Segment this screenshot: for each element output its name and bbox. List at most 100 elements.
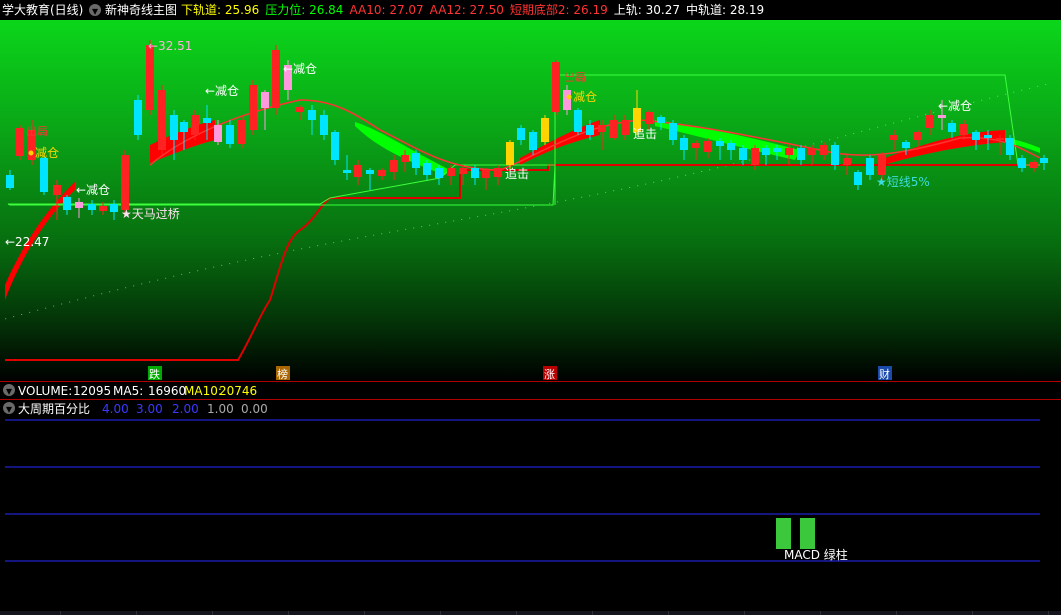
candle-body bbox=[494, 168, 502, 177]
strip-tick bbox=[592, 611, 593, 615]
indicator-values: 下轨道: 25.96 压力位: 26.84 AA10: 27.07 AA12: 27.… bbox=[181, 3, 770, 17]
candle-body bbox=[808, 148, 816, 155]
main-chart-canvas: ←32.51←22.47出局出局减仓减仓←减仓←减仓←减仓←减仓追击追击★天马过… bbox=[5, 39, 1048, 381]
strip-tick bbox=[288, 611, 289, 615]
candle-23 bbox=[272, 45, 280, 115]
candle-64 bbox=[751, 145, 759, 170]
candle-76 bbox=[890, 130, 898, 150]
percent-panel-canvas: MACD 绿柱 bbox=[5, 419, 1040, 562]
price-low-label: ←22.47 bbox=[5, 235, 49, 249]
candle-body bbox=[99, 206, 107, 211]
candle-body bbox=[727, 143, 735, 150]
candle-body bbox=[878, 155, 886, 175]
candle-73 bbox=[854, 170, 862, 190]
out-label-1: 出局 bbox=[564, 70, 586, 84]
candle-body bbox=[471, 168, 479, 178]
macd-bar-0 bbox=[776, 518, 791, 549]
level-label-4: 4.00 bbox=[102, 402, 129, 416]
strip-tick bbox=[60, 611, 61, 615]
candle-body bbox=[53, 185, 61, 195]
candle-67 bbox=[785, 145, 793, 165]
candle-body bbox=[926, 115, 934, 128]
main-chart[interactable]: ←32.51 ←22.47 出局 出局 减仓 减仓 ←减仓 ←减仓 ←减仓 ←减仓 追击 追击 ★天马过… bbox=[0, 20, 1061, 381]
candle-body bbox=[854, 172, 862, 185]
strip-tick bbox=[364, 611, 365, 615]
candle-body bbox=[6, 175, 14, 188]
candle-body bbox=[226, 125, 234, 144]
candle-65 bbox=[762, 145, 770, 165]
collapse-main-icon[interactable]: ▾ bbox=[89, 4, 101, 18]
candle-body bbox=[669, 123, 677, 140]
percent-panel[interactable]: MACD 绿柱 bbox=[0, 417, 1061, 611]
candle-9 bbox=[110, 200, 118, 220]
candle-46 bbox=[541, 115, 549, 145]
indicator-name[interactable]: 新神奇线主图 bbox=[105, 3, 177, 17]
candle-36 bbox=[423, 160, 431, 180]
candle-57 bbox=[669, 120, 677, 145]
candle-body bbox=[610, 120, 618, 138]
candle-19 bbox=[226, 120, 234, 148]
candle-body bbox=[238, 120, 246, 144]
out-label-0: 出局 bbox=[26, 124, 48, 138]
volume-panel-bar: ▾ VOLUME: 12095 MA5: 16960 MA10: 20746 bbox=[0, 382, 1061, 399]
candle-body bbox=[960, 124, 968, 135]
candle-body bbox=[541, 118, 549, 142]
level-label-1: 1.00 bbox=[207, 402, 234, 416]
candle-11 bbox=[134, 95, 142, 140]
candle-59 bbox=[692, 140, 700, 160]
ma10-value: 20746 bbox=[219, 384, 258, 398]
candle-body bbox=[308, 110, 316, 120]
candle-85 bbox=[996, 135, 1004, 155]
strip-tick bbox=[440, 611, 441, 615]
strip-tick bbox=[136, 611, 137, 615]
candle-body bbox=[378, 170, 386, 176]
candle-27 bbox=[320, 110, 328, 140]
reduce-label-2: ←减仓 bbox=[283, 62, 317, 76]
candle-body bbox=[914, 132, 922, 140]
candle-47 bbox=[552, 60, 560, 115]
stock-title[interactable]: 学大教育(日线) bbox=[2, 3, 83, 17]
candle-body bbox=[621, 120, 629, 135]
candle-body bbox=[751, 148, 759, 165]
candle-3 bbox=[40, 155, 48, 195]
candle-body bbox=[785, 148, 793, 155]
signal-dot-0 bbox=[28, 150, 34, 156]
candle-body bbox=[762, 148, 770, 155]
candle-25 bbox=[296, 105, 304, 120]
ma5-label: MA5: bbox=[113, 384, 144, 398]
candle-38 bbox=[447, 165, 455, 185]
volume-label: VOLUME: bbox=[18, 384, 73, 398]
reduce-label-3: ←减仓 bbox=[938, 99, 972, 113]
candle-68 bbox=[797, 145, 805, 165]
candle-86 bbox=[1006, 135, 1014, 160]
axis-marker-0: 跌 bbox=[149, 367, 160, 381]
strip-tick bbox=[896, 611, 897, 615]
candle-21 bbox=[249, 80, 257, 135]
collapse-percent-icon[interactable]: ▾ bbox=[3, 402, 15, 416]
candle-body bbox=[773, 148, 781, 152]
strip-tick bbox=[668, 611, 669, 615]
collapse-volume-icon[interactable]: ▾ bbox=[3, 384, 15, 398]
candle-58 bbox=[680, 135, 688, 160]
ma5-value: 16960 bbox=[148, 384, 187, 398]
candle-body bbox=[390, 160, 398, 172]
candle-body bbox=[121, 155, 129, 210]
candle-body bbox=[820, 145, 828, 155]
candle-body bbox=[459, 168, 467, 174]
bottom-scrollbar[interactable] bbox=[0, 611, 1061, 615]
candle-72 bbox=[843, 155, 851, 175]
level-label-2: 2.00 bbox=[172, 402, 199, 416]
candle-37 bbox=[435, 165, 443, 185]
candle-20 bbox=[238, 115, 246, 148]
candle-body bbox=[552, 62, 560, 112]
strip-tick bbox=[972, 611, 973, 615]
candle-body bbox=[343, 170, 351, 173]
candle-body bbox=[88, 204, 96, 210]
support-line bbox=[5, 164, 1040, 361]
indicator-value-3: AA12: 27.50 bbox=[429, 3, 504, 17]
candle-13 bbox=[158, 85, 166, 155]
candle-body bbox=[320, 115, 328, 135]
level-label-3: 3.00 bbox=[136, 402, 163, 416]
green-ribbon-1 bbox=[355, 122, 450, 175]
candle-body bbox=[574, 110, 582, 132]
